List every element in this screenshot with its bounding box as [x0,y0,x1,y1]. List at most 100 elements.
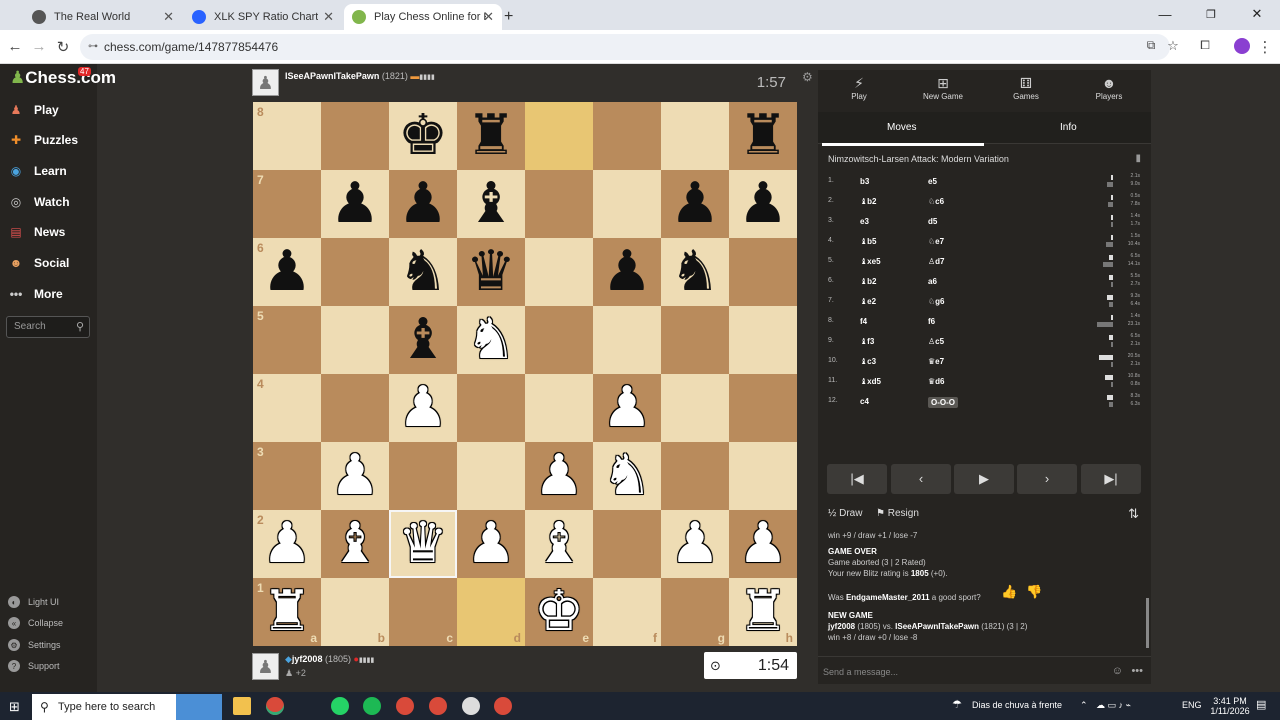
square-f7[interactable] [593,170,661,238]
white-move[interactable]: f4 [860,317,867,326]
last-move-button[interactable]: ▶| [1081,464,1141,494]
square-h3[interactable] [729,442,797,510]
tab-new-game[interactable]: ⊞ New Game [903,72,983,106]
draw-button[interactable]: ½ Draw [828,508,862,519]
sidebar-item-learn[interactable]: ◉ Learn [8,159,67,183]
chrome-icon[interactable] [429,697,447,715]
square-a6[interactable]: ♟ 6 [253,238,321,306]
browser-tab-xlk[interactable]: XLK SPY Ratio Chart ✕ [184,4,342,30]
white-move[interactable]: ♝b2 [860,277,877,286]
black-queen-icon[interactable]: ♛ [466,244,516,300]
square-h2[interactable]: ♟ [729,510,797,578]
square-b8[interactable] [321,102,389,170]
black-move[interactable]: d5 [928,217,937,226]
square-h4[interactable] [729,374,797,442]
minimize-window-icon[interactable]: — [1142,0,1188,28]
square-g2[interactable]: ♟ [661,510,729,578]
white-rook-icon[interactable]: ♜ [738,584,788,640]
tab-games[interactable]: ⚅ Games [986,72,1066,106]
square-h7[interactable]: ♟ [729,170,797,238]
square-d7[interactable]: ♝ [457,170,525,238]
top-player-avatar[interactable]: ♟ [252,69,279,96]
white-bishop-icon[interactable]: ♝ [330,516,380,572]
black-move[interactable]: ♛d6 [928,377,945,386]
resign-button[interactable]: ⚑ Resign [876,508,919,519]
white-pawn-icon[interactable]: ♟ [534,448,584,504]
square-e4[interactable] [525,374,593,442]
app-icon[interactable] [462,697,480,715]
white-knight-icon[interactable]: ♞ [602,448,652,504]
square-e2[interactable]: ♝ [525,510,593,578]
square-e1[interactable]: ♚ e [525,578,593,646]
sidebar-item-social[interactable]: ☻ Social [8,251,70,275]
white-rook-icon[interactable]: ♜ [262,584,312,640]
square-b4[interactable] [321,374,389,442]
flip-board-icon[interactable]: ⇅ [1128,506,1139,522]
sidebar-search-input[interactable]: Search ⚲ [6,316,90,338]
white-pawn-icon[interactable]: ♟ [466,516,516,572]
black-rook-icon[interactable]: ♜ [466,108,516,164]
thumbs-up-icon[interactable]: 👍 [1001,585,1017,598]
play-moves-button[interactable]: ▶ [954,464,1014,494]
close-tab-icon[interactable]: ✕ [163,9,174,25]
white-move[interactable]: c4 [860,397,869,406]
notification-center-icon[interactable]: ▤ [1256,698,1266,711]
chrome-icon[interactable] [396,697,414,715]
spotify-icon[interactable] [363,697,381,715]
chat-options-icon[interactable]: ••• [1131,665,1143,677]
square-b5[interactable] [321,306,389,374]
white-move[interactable]: ♝e2 [860,297,876,306]
sidebar-item-more[interactable]: ••• More [8,282,63,306]
square-c8[interactable]: ♚ [389,102,457,170]
file-explorer-icon[interactable] [233,697,251,715]
square-a1[interactable]: ♜ 1 a [253,578,321,646]
square-b7[interactable]: ♟ [321,170,389,238]
chat-input[interactable]: Send a message... ☺ ••• [818,656,1151,684]
black-move[interactable]: ♛e7 [928,357,944,366]
black-pawn-icon[interactable]: ♟ [602,244,652,300]
white-queen-icon[interactable]: ♛ [398,516,448,572]
black-knight-icon[interactable]: ♞ [670,244,720,300]
sidebar-item-watch[interactable]: ◎ Watch [8,190,70,214]
browser-tab-chess[interactable]: Play Chess Online for FREE - 2 Pl ✕ [344,4,502,30]
square-c3[interactable] [389,442,457,510]
square-c1[interactable]: c [389,578,457,646]
square-e5[interactable] [525,306,593,374]
chrome-icon[interactable] [266,697,284,715]
language-indicator[interactable]: ENG [1182,700,1202,710]
black-move[interactable]: e5 [928,177,937,186]
emoji-icon[interactable]: ☺ [1112,665,1123,677]
black-pawn-icon[interactable]: ♟ [330,176,380,232]
square-f5[interactable] [593,306,661,374]
windows-start-icon[interactable]: ⊞ [9,699,20,715]
black-knight-icon[interactable]: ♞ [398,244,448,300]
bottom-player-avatar[interactable]: ♟ [252,653,279,680]
square-a5[interactable]: 5 [253,306,321,374]
url-field[interactable]: ⊶ chess.com/game/147877854476 [80,34,1170,60]
square-c6[interactable]: ♞ [389,238,457,306]
white-move[interactable]: ♝c3 [860,357,876,366]
browser-tab-real-world[interactable]: The Real World ✕ [24,4,182,30]
white-move[interactable]: ♝f3 [860,337,874,346]
square-d8[interactable]: ♜ [457,102,525,170]
black-move[interactable]: a6 [928,277,937,286]
sidebar-settings[interactable]: ⚙ Settings [8,636,61,654]
square-d1[interactable]: d [457,578,525,646]
whatsapp-icon[interactable] [331,697,349,715]
chess-board[interactable]: 8 ♚ ♜ ♜ 7 ♟ ♟ ♝ ♟ ♟ ♟ 6 ♞ ♛ ♟ ♞ 5 ♝ ♞ 4 ♟ ♟ 3 ♟ ♟ ♞ ♟ 2 ♝ ♛ ♟ ♝ ♟ ♟ ♜ 1 a b c d… [253,102,797,646]
close-tab-icon[interactable]: ✕ [323,9,334,25]
weather-text[interactable]: Dias de chuva à frente [972,700,1062,710]
square-f1[interactable]: f [593,578,661,646]
black-king-icon[interactable]: ♚ [398,108,448,164]
square-g4[interactable] [661,374,729,442]
tray-overflow-icon[interactable]: ⌃ [1080,700,1088,711]
top-player-name[interactable]: ISeeAPawnITakePawn (1821) ▬▮▮▮▮ [285,71,435,81]
sidebar-item-news[interactable]: ▤ News [8,220,65,244]
square-a4[interactable]: 4 [253,374,321,442]
square-b6[interactable] [321,238,389,306]
square-g7[interactable]: ♟ [661,170,729,238]
square-e8[interactable] [525,102,593,170]
close-tab-icon[interactable]: ✕ [483,9,494,25]
square-g3[interactable] [661,442,729,510]
black-pawn-icon[interactable]: ♟ [398,176,448,232]
